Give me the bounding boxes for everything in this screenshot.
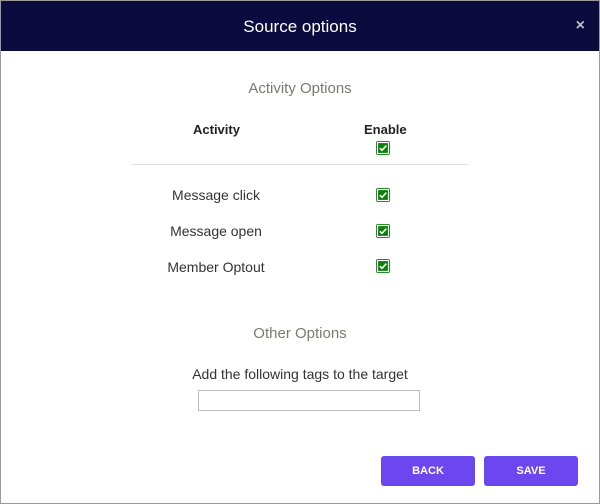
checkmark-icon [376, 259, 390, 273]
save-button[interactable]: SAVE [484, 456, 578, 486]
member-optout-checkbox[interactable] [376, 259, 390, 273]
source-options-dialog: Source options × Activity Options Activi… [0, 0, 600, 504]
tags-label: Add the following tags to the target [192, 366, 408, 382]
back-button[interactable]: BACK [381, 456, 475, 486]
other-options-title: Other Options [253, 325, 347, 342]
checkmark-icon [376, 141, 390, 155]
message-open-checkbox[interactable] [376, 224, 390, 238]
checkmark-icon [376, 224, 390, 238]
tags-input[interactable] [198, 390, 420, 411]
activity-options-title: Activity Options [248, 80, 352, 97]
activity-column-header: Activity [193, 122, 240, 137]
activity-row-label: Message click [172, 187, 260, 203]
dialog-header: Source options × [1, 1, 599, 51]
header-divider [131, 164, 469, 165]
enable-column-header: Enable [364, 122, 407, 137]
message-click-checkbox[interactable] [376, 188, 390, 202]
activity-row-label: Message open [170, 223, 262, 239]
dialog-title: Source options [243, 17, 357, 36]
close-icon[interactable]: × [576, 17, 585, 35]
activity-row-label: Member Optout [167, 259, 265, 275]
enable-all-checkbox[interactable] [376, 141, 390, 155]
checkmark-icon [376, 188, 390, 202]
